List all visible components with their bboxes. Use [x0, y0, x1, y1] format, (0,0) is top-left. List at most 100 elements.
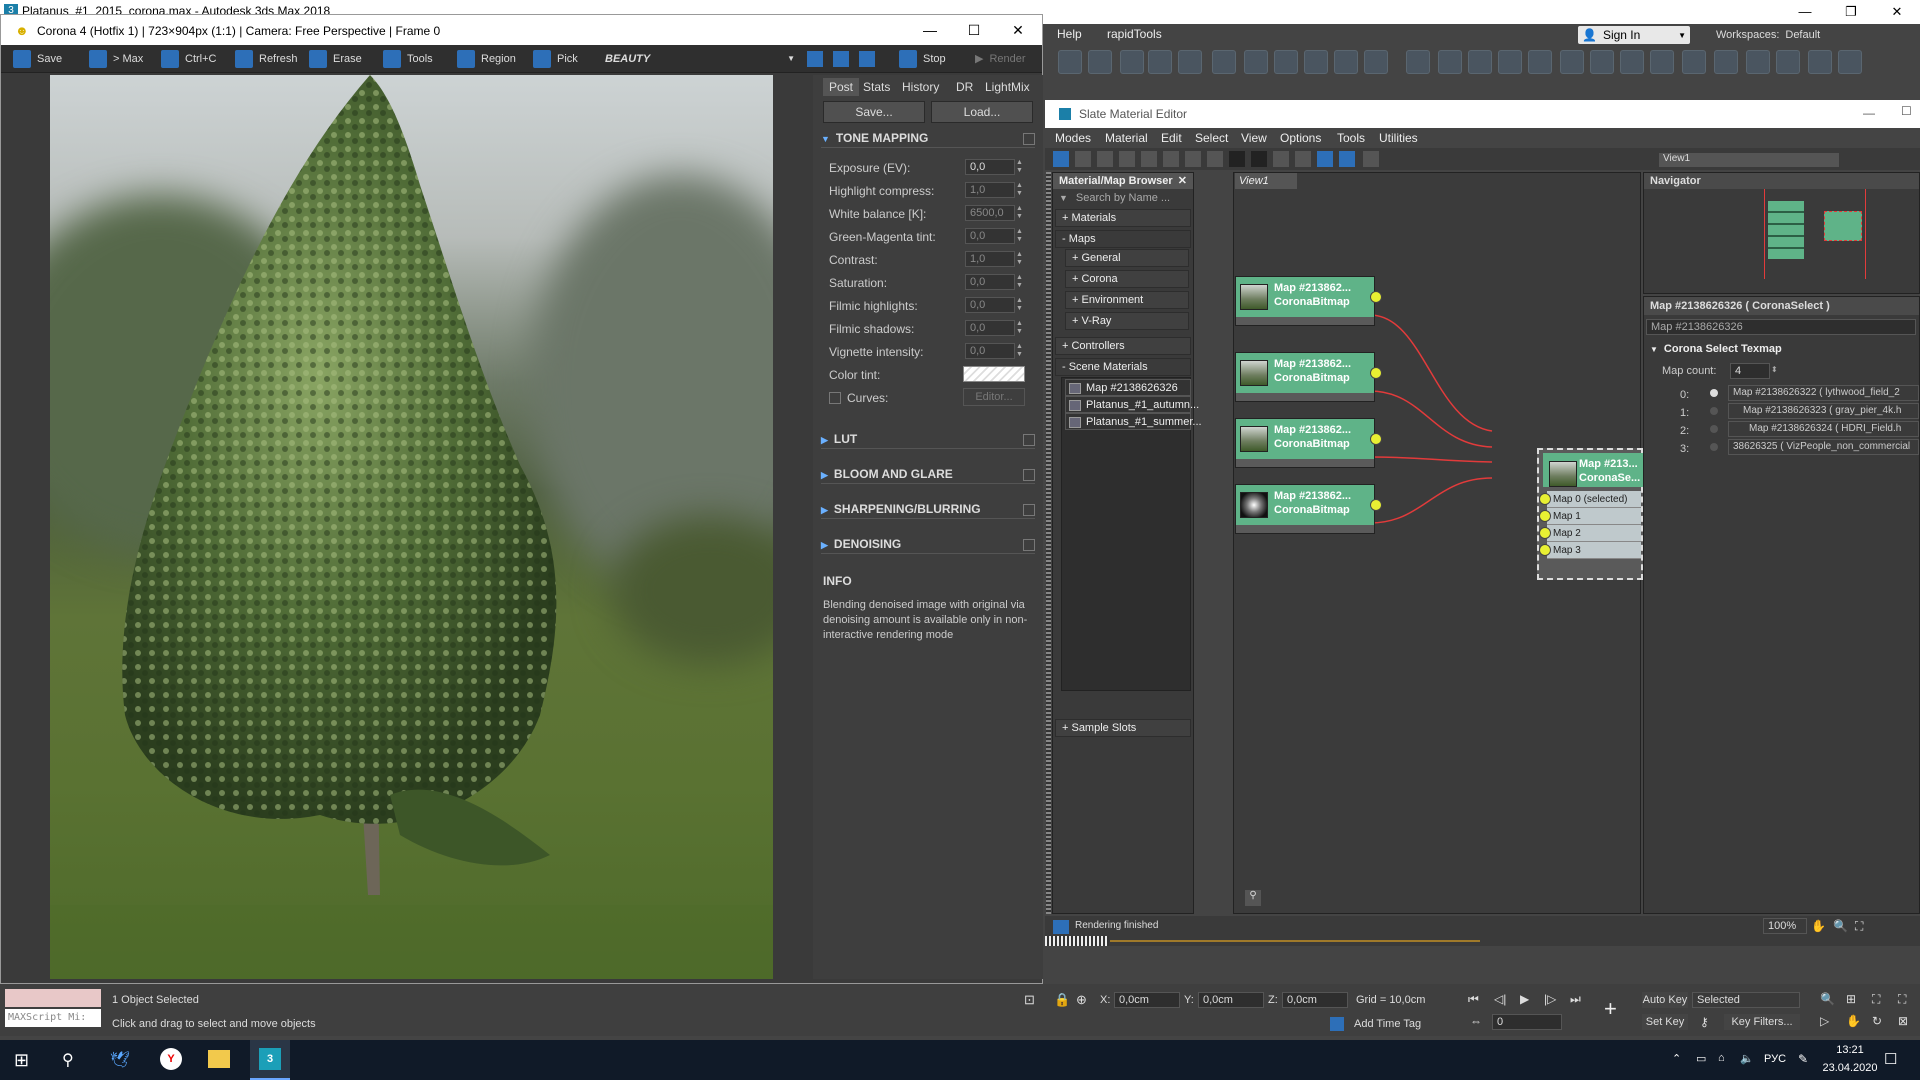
list-item[interactable]: Platanus_#1_summer...: [1065, 413, 1202, 430]
vfb-pick-button[interactable]: Pick: [533, 49, 578, 69]
browser-materials[interactable]: + Materials: [1055, 209, 1191, 227]
volume-icon[interactable]: 🔈: [1740, 1052, 1754, 1065]
vfb-copy-button[interactable]: Ctrl+C: [161, 49, 216, 69]
layout-all-icon[interactable]: [1273, 151, 1289, 167]
absolute-mode-icon[interactable]: ⊕: [1076, 992, 1087, 1008]
render-image[interactable]: [50, 75, 773, 979]
view-selector[interactable]: View1: [1659, 153, 1839, 167]
vignette-field[interactable]: 0,0: [965, 343, 1015, 359]
vfb-close-button[interactable]: ✕: [995, 15, 1041, 45]
sme-menu-options[interactable]: Options: [1280, 131, 1321, 145]
box-icon[interactable]: [1776, 50, 1800, 74]
pen-icon[interactable]: ✎: [1798, 1052, 1808, 1066]
zoom-icon[interactable]: 🔍: [1820, 992, 1835, 1006]
browser-maps-vray[interactable]: + V-Ray: [1065, 312, 1189, 330]
sme-menu-view[interactable]: View: [1241, 131, 1267, 145]
proxy-icon[interactable]: [1560, 50, 1584, 74]
node-corona-select[interactable]: Map #213... CoronaSe... Map 0 (selected) …: [1537, 448, 1643, 580]
yandex-browser-icon[interactable]: Y: [160, 1048, 182, 1070]
input-slot-map1[interactable]: Map 1: [1539, 508, 1641, 525]
maxscript-input[interactable]: MAXScript Mi:: [5, 1009, 101, 1027]
put-material-icon[interactable]: [1097, 151, 1113, 167]
sme-menu-tools[interactable]: Tools: [1337, 131, 1365, 145]
browser-sample-slots[interactable]: + Sample Slots: [1055, 719, 1191, 737]
input-slot-map3[interactable]: Map 3: [1539, 542, 1641, 559]
sun-icon[interactable]: [1438, 50, 1462, 74]
vfb-region-button[interactable]: Region: [457, 49, 516, 69]
show-map-icon[interactable]: [1207, 151, 1223, 167]
browser-maps-corona[interactable]: + Corona: [1065, 270, 1189, 288]
scene-explorer-icon[interactable]: [1058, 50, 1082, 74]
vfb-refresh-button[interactable]: Refresh: [235, 49, 298, 69]
y-coord-field[interactable]: 0,0cm: [1198, 992, 1264, 1008]
next-frame-icon[interactable]: |▷: [1544, 992, 1556, 1006]
input-socket[interactable]: [1539, 493, 1551, 505]
spinner-icon[interactable]: ▲ ▼: [1016, 343, 1024, 359]
input-slot-map2[interactable]: Map 2: [1539, 525, 1641, 542]
browser-scene-materials[interactable]: - Scene Materials: [1055, 358, 1191, 376]
vfb-to-max-button[interactable]: > Max: [89, 49, 143, 69]
z-coord-field[interactable]: 0,0cm: [1282, 992, 1348, 1008]
node-bitmap-0[interactable]: Map #213862... CoronaBitmap: [1235, 276, 1382, 326]
zoom-in-icon[interactable]: [807, 51, 823, 67]
navigator-viewport-frame[interactable]: [1764, 189, 1866, 279]
output-socket[interactable]: [1370, 433, 1382, 445]
assign-material-icon[interactable]: [1119, 151, 1135, 167]
menu-rapidtools[interactable]: rapidTools: [1107, 27, 1162, 41]
zoom-extents-all-icon[interactable]: ⛶: [1898, 992, 1906, 1007]
panel-splitter[interactable]: [1046, 172, 1051, 914]
highlight-compress-field[interactable]: 1,0: [965, 182, 1015, 198]
input-slot-map0[interactable]: Map 0 (selected): [1539, 491, 1641, 508]
key-icon[interactable]: ⚷: [1700, 1015, 1709, 1029]
spinner-icon[interactable]: ▲ ▼: [1016, 251, 1024, 267]
rollout-corona-select[interactable]: ▼ Corona Select Texmap: [1650, 343, 1782, 355]
post-load-button[interactable]: Load...: [931, 101, 1033, 123]
map-slot-1[interactable]: Map #2138626323 ( gray_pier_4k.h: [1728, 403, 1919, 419]
node-bitmap-2[interactable]: Map #213862... CoronaBitmap: [1235, 418, 1382, 468]
clock-time[interactable]: 13:21: [1820, 1044, 1880, 1056]
zoom-icon[interactable]: 🔍: [1833, 919, 1848, 933]
sme-menu-edit[interactable]: Edit: [1161, 131, 1182, 145]
restore-button[interactable]: ❐: [1828, 0, 1874, 24]
sme-menu-modes[interactable]: Modes: [1055, 131, 1091, 145]
browser-maps[interactable]: - Maps: [1055, 230, 1191, 248]
fov-icon[interactable]: ▷: [1820, 1014, 1829, 1028]
vfb-channel-dropdown[interactable]: BEAUTY ▼: [605, 49, 795, 69]
sme-menu-material[interactable]: Material: [1105, 131, 1148, 145]
tray-expand-icon[interactable]: ⌃: [1672, 1052, 1681, 1065]
vfb-save-button[interactable]: Save: [13, 49, 62, 69]
network-icon[interactable]: ⌂: [1718, 1052, 1725, 1064]
spinner-icon[interactable]: ▲ ▼: [1016, 320, 1024, 336]
white-balance-field[interactable]: 6500,0: [965, 205, 1015, 221]
frame-buffer-icon[interactable]: [1650, 50, 1674, 74]
map-slot-3[interactable]: 38626325 ( VizPeople_non_commercial: [1728, 439, 1919, 455]
camera-icon[interactable]: [1620, 50, 1644, 74]
render-icon[interactable]: [1304, 50, 1328, 74]
output-socket[interactable]: [1370, 367, 1382, 379]
input-socket[interactable]: [1539, 510, 1551, 522]
lut-header[interactable]: ▶ LUT: [821, 432, 857, 446]
zoom-extents-icon[interactable]: ⛶: [1855, 919, 1863, 934]
orbit-icon[interactable]: ↻: [1872, 1014, 1882, 1028]
tab-dr[interactable]: DR: [956, 80, 973, 94]
spinner-icon[interactable]: ▲ ▼: [1016, 274, 1024, 290]
node-bitmap-1[interactable]: Map #213862... CoronaBitmap: [1235, 352, 1382, 402]
filmic-shadows-field[interactable]: 0,0: [965, 320, 1015, 336]
curve-editor-icon[interactable]: [1148, 50, 1172, 74]
sme-menu-utilities[interactable]: Utilities: [1379, 131, 1418, 145]
color-tint-swatch[interactable]: [963, 366, 1025, 382]
spinner-icon[interactable]: ▲ ▼: [1016, 182, 1024, 198]
spinner-icon[interactable]: ▲ ▼: [1016, 297, 1024, 313]
spinner-icon[interactable]: ▲ ▼: [1016, 159, 1024, 175]
current-frame-field[interactable]: 0: [1492, 1014, 1562, 1030]
layer-explorer-icon[interactable]: [1088, 50, 1112, 74]
vfb-render-button[interactable]: ▶ Render: [975, 49, 1026, 69]
saturation-field[interactable]: 0,0: [965, 274, 1015, 290]
x-coord-field[interactable]: 0,0cm: [1114, 992, 1180, 1008]
goto-start-icon[interactable]: ⏮: [1468, 992, 1479, 1007]
zoom-out-icon[interactable]: [833, 51, 849, 67]
tab-post[interactable]: Post: [823, 78, 860, 96]
bloom-glare-header[interactable]: ▶ BLOOM AND GLARE: [821, 467, 953, 481]
explorer-bird-icon[interactable]: 🕊: [110, 1050, 130, 1070]
radio-icon[interactable]: [1710, 407, 1718, 415]
